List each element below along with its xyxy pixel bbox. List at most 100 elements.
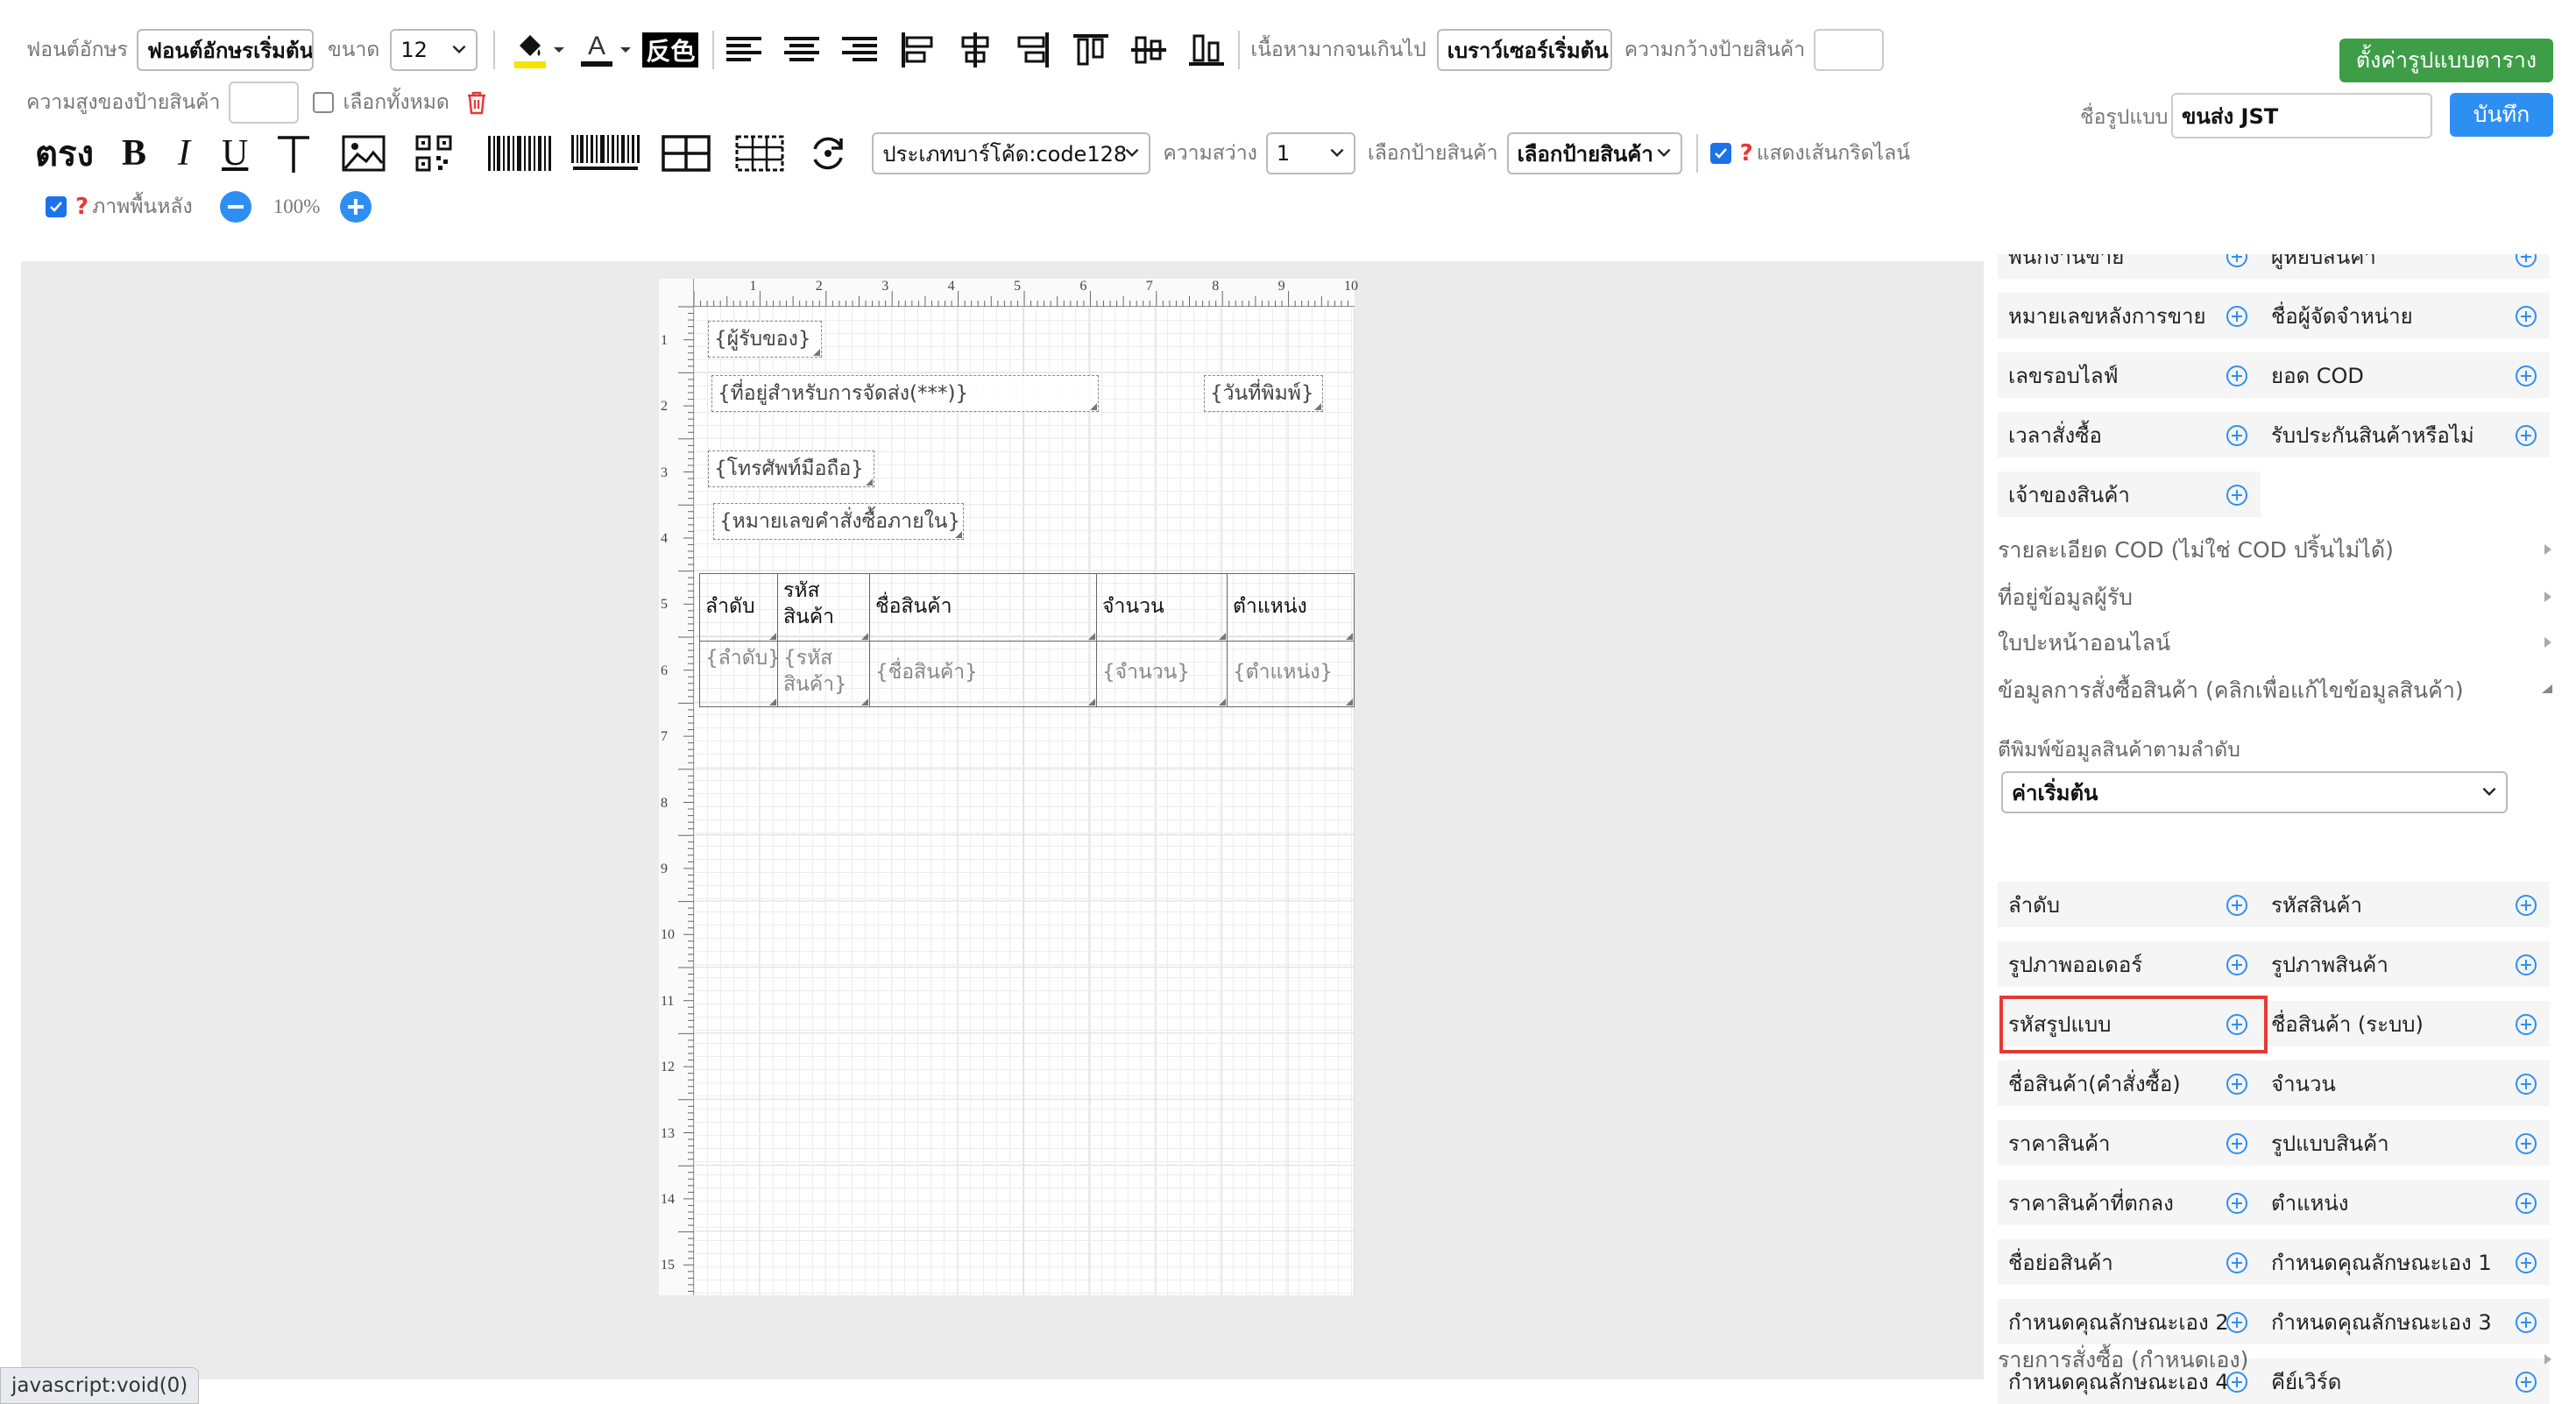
panel-field-item[interactable]: ราคาสินค้าที่ตกลง (1998, 1180, 2261, 1225)
select-all-checkbox[interactable] (313, 92, 335, 113)
italic-icon[interactable]: I (178, 132, 190, 174)
panel-field-item[interactable]: พนักงานขาย (1998, 254, 2261, 279)
table-body-cell[interactable]: {จำนวน} (1096, 641, 1228, 707)
align-center-icon[interactable] (779, 29, 824, 71)
table-header-cell[interactable]: รหัสสินค้า (777, 573, 870, 642)
overflow-select[interactable]: เบราว์เซอร์เริ่มต้น (1436, 29, 1612, 71)
panel-field-item[interactable]: กำหนดคุณลักษณะเอง 1 (2261, 1239, 2550, 1285)
add-field-icon[interactable] (2515, 954, 2537, 976)
save-button[interactable]: บันทึก (2450, 93, 2553, 137)
panel-field-item[interactable]: ลำดับ (1998, 882, 2261, 927)
table-header-cell[interactable]: จำนวน (1096, 573, 1228, 642)
template-name-input[interactable]: ขนส่ง JST (2171, 93, 2432, 138)
barcode-with-text-icon[interactable] (570, 131, 640, 176)
table-header-cell[interactable]: ลำดับ (699, 573, 778, 642)
panel-field-item[interactable]: กำหนดคุณลักษณะเอง 3 (2261, 1299, 2550, 1344)
add-field-icon[interactable] (2515, 424, 2537, 447)
label-width-input[interactable] (1814, 29, 1885, 71)
section-receiver-info[interactable]: ที่อยู่ข้อมูลผู้รับ (1998, 580, 2551, 615)
add-field-icon[interactable] (2515, 1192, 2537, 1215)
background-image-checkbox[interactable] (46, 196, 67, 217)
add-field-icon[interactable] (2515, 1073, 2537, 1096)
section-cod-details[interactable]: รายละเอียด COD (ไม่ใช่ COD ปริ้นไม่ได้) (1998, 533, 2551, 568)
add-field-icon[interactable] (2226, 1252, 2248, 1274)
internal-order-field[interactable]: {หมายเลขคำสั่งซื้อภายใน} (713, 503, 964, 540)
add-field-icon[interactable] (2515, 894, 2537, 917)
panel-field-item[interactable]: คีย์เวิร์ด (2261, 1358, 2550, 1404)
add-field-icon[interactable] (2515, 1013, 2537, 1036)
zoom-out-icon[interactable] (219, 190, 252, 223)
panel-field-item[interactable]: รับประกันสินค้าหรือไม่ (2261, 412, 2550, 457)
barcode-icon[interactable] (488, 131, 552, 176)
add-field-icon[interactable] (2226, 424, 2248, 447)
panel-field-item[interactable]: เวลาสั่งซื้อ (1998, 412, 2261, 457)
text-tool-icon[interactable] (272, 131, 315, 176)
section-custom-order-list[interactable]: รายการสั่งซื้อ (กำหนดเอง) (1998, 1343, 2551, 1378)
caret-down-icon[interactable] (618, 42, 633, 58)
panel-field-item[interactable]: เลขรอบไลฟ์ (1998, 352, 2261, 398)
choose-label-select[interactable]: เลือกป้ายสินค้า (1506, 132, 1682, 174)
add-field-icon[interactable] (2226, 254, 2248, 268)
qr-code-icon[interactable] (413, 131, 455, 176)
mobile-field[interactable]: {โทรศัพท์มือถือ} (708, 450, 874, 487)
font-select[interactable]: ฟอนต์อักษรเริ่มต้น (137, 29, 315, 71)
add-field-icon[interactable] (2515, 1311, 2537, 1334)
add-field-icon[interactable] (2226, 1073, 2248, 1096)
detail-table-icon[interactable] (733, 131, 786, 176)
brightness-select[interactable]: 1 (1265, 132, 1355, 174)
plain-text-button[interactable]: ตรง (35, 125, 94, 181)
panel-field-item[interactable]: หมายเลขหลังการขาย (1998, 293, 2261, 338)
align-objects-bottom-icon[interactable] (1184, 29, 1229, 71)
add-field-icon[interactable] (2515, 1371, 2537, 1393)
panel-field-item[interactable]: ชื่อสินค้า(คำสั่งซื้อ) (1998, 1060, 2261, 1106)
table-body-cell[interactable]: {ลำดับ} (699, 641, 778, 707)
section-order-info[interactable]: ข้อมูลการสั่งซื้อสินค้า (คลิกเพื่อแก้ไขข… (1998, 673, 2552, 708)
label-height-input[interactable] (229, 82, 300, 124)
panel-field-item[interactable]: รหัสรูปแบบ (1998, 1001, 2261, 1046)
align-objects-top-icon[interactable] (1068, 29, 1114, 71)
align-objects-middle-icon[interactable] (1126, 29, 1171, 71)
zoom-in-icon[interactable] (339, 190, 372, 223)
barcode-type-select[interactable]: ประเภทบาร์โค้ด:code128 (872, 132, 1151, 174)
table-body-cell[interactable]: {ชื่อสินค้า} (869, 641, 1097, 707)
section-online-waybill[interactable]: ใบปะหน้าออนไลน์ (1998, 626, 2551, 661)
panel-field-item[interactable]: ชื่อสินค้า (ระบบ) (2261, 1001, 2550, 1046)
panel-field-item[interactable]: ผู้หยิบสินค้า (2261, 254, 2550, 279)
add-field-icon[interactable] (2515, 1132, 2537, 1155)
panel-field-item[interactable]: ราคาสินค้า (1998, 1120, 2261, 1166)
table-header-cell[interactable]: ชื่อสินค้า (869, 573, 1097, 642)
table-body-cell[interactable]: {ตำแหน่ง} (1227, 641, 1355, 707)
add-field-icon[interactable] (2226, 894, 2248, 917)
align-objects-center-icon[interactable] (952, 29, 998, 71)
panel-field-item[interactable]: รูปภาพออเดอร์ (1998, 941, 2261, 987)
add-field-icon[interactable] (2226, 1311, 2248, 1334)
trash-icon[interactable] (465, 90, 488, 115)
add-field-icon[interactable] (2515, 1252, 2537, 1274)
help-icon[interactable]: ? (1740, 140, 1753, 167)
align-right-icon[interactable] (837, 29, 882, 71)
address-field[interactable]: {ที่อยู่สำหรับการจัดส่ง(***)} (711, 375, 1099, 412)
add-field-icon[interactable] (2226, 1132, 2248, 1155)
image-icon[interactable] (341, 131, 386, 176)
table-body-cell[interactable]: {รหัสสินค้า} (777, 641, 870, 707)
help-icon[interactable]: ? (75, 194, 88, 220)
font-color-icon[interactable]: A (577, 29, 616, 71)
panel-field-item[interactable]: ชื่อผู้จัดจำหน่าย (2261, 293, 2550, 338)
bold-icon[interactable]: B (122, 132, 146, 174)
panel-field-item[interactable]: จำนวน (2261, 1060, 2550, 1106)
panel-field-item[interactable]: ยอด COD (2261, 352, 2550, 398)
table-header-cell[interactable]: ตำแหน่ง (1227, 573, 1355, 642)
add-field-icon[interactable] (2226, 954, 2248, 976)
align-objects-left-icon[interactable] (895, 29, 940, 71)
font-size-select[interactable]: 12 (390, 29, 478, 71)
add-field-icon[interactable] (2515, 254, 2537, 268)
add-field-icon[interactable] (2226, 365, 2248, 387)
rotate-icon[interactable] (805, 131, 851, 176)
add-field-icon[interactable] (2226, 1192, 2248, 1215)
table-icon[interactable] (660, 131, 712, 176)
fill-color-icon[interactable] (511, 29, 549, 71)
print-date-field[interactable]: {วันที่พิมพ์} (1204, 375, 1323, 412)
panel-field-item[interactable]: ตำแหน่ง (2261, 1180, 2550, 1225)
show-grid-checkbox[interactable] (1709, 143, 1731, 164)
panel-field-item[interactable]: รหัสสินค้า (2261, 882, 2550, 927)
